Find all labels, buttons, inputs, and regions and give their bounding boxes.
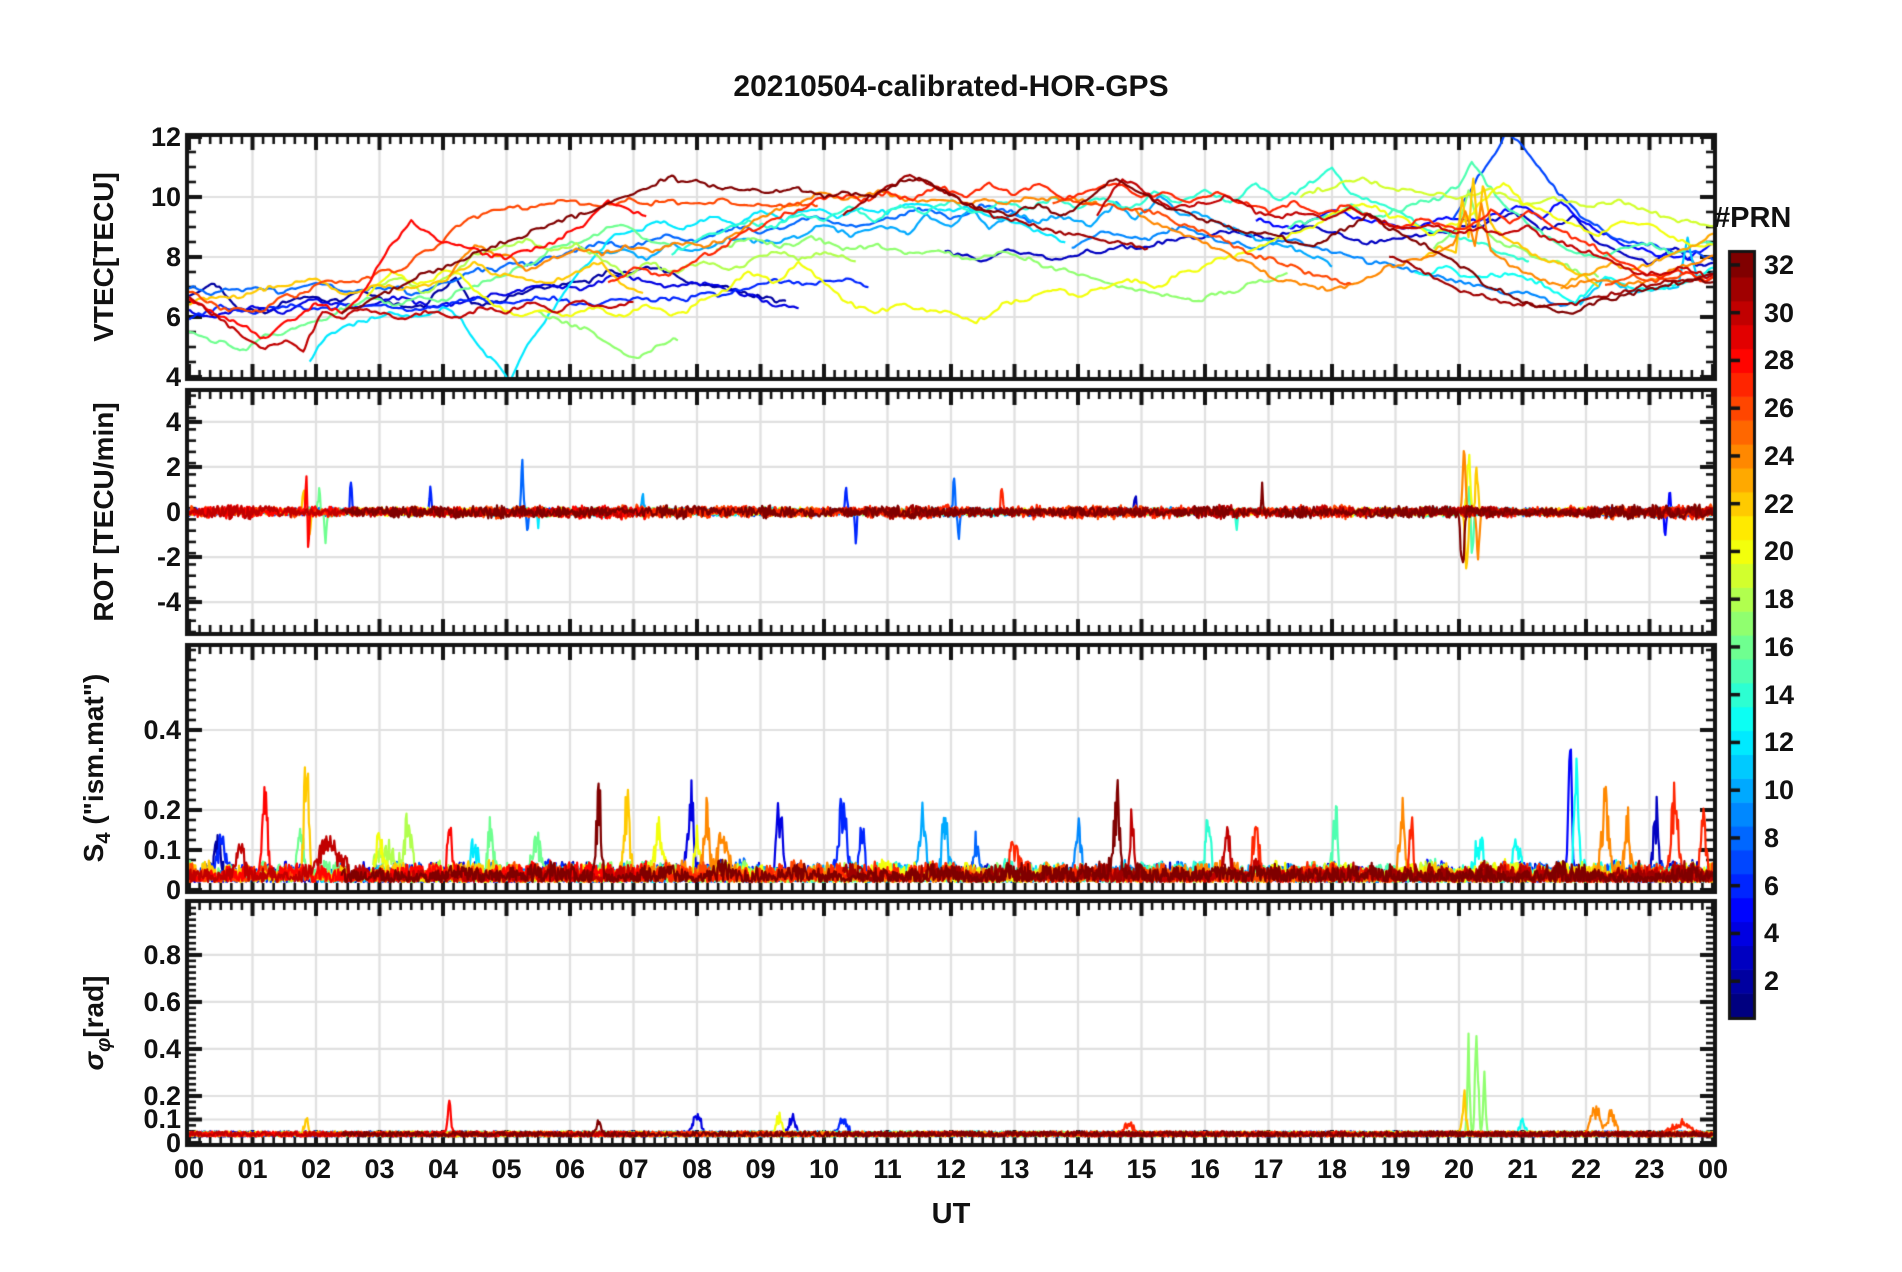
- x-tick-label: 10: [808, 1154, 840, 1184]
- y-tick-label: 0: [165, 1128, 181, 1158]
- colorbar-tick-label: 16: [1764, 631, 1795, 662]
- y-tick-label: -2: [156, 542, 181, 573]
- colorbar-tick-label: 18: [1764, 584, 1795, 615]
- colorbar-tick-label: 30: [1764, 297, 1795, 328]
- x-tick-label: 03: [364, 1154, 395, 1184]
- y-tick-label: 0: [165, 875, 181, 905]
- x-tick-label: 13: [999, 1154, 1030, 1184]
- x-tick-label: 09: [745, 1154, 776, 1184]
- x-tick-label: 05: [491, 1154, 522, 1184]
- colorbar-tick-label: 12: [1764, 727, 1795, 758]
- x-tick-label: 04: [427, 1154, 459, 1184]
- colorbar-tick-label: 4: [1764, 918, 1780, 949]
- x-tick-label: 20: [1443, 1154, 1475, 1184]
- colorbar-title: #PRN: [1714, 202, 1792, 234]
- x-tick-label: 17: [1253, 1154, 1284, 1184]
- colorbar-tick-label: 28: [1764, 345, 1795, 376]
- x-tick-label: 02: [300, 1154, 332, 1184]
- y-tick-label: 4: [165, 362, 181, 392]
- figure: 20210504-calibrated-HOR-GPS VTEC[TECU] R…: [0, 0, 1902, 1272]
- x-tick-label: 21: [1507, 1154, 1538, 1184]
- x-tick-label: 16: [1189, 1154, 1221, 1184]
- colorbar-tick-label: 10: [1764, 775, 1795, 806]
- y-tick-label: 0: [165, 497, 181, 527]
- colorbar-tick-label: 20: [1764, 536, 1795, 567]
- x-axis-label: UT: [931, 1198, 971, 1230]
- y-tick-label: 0.4: [143, 1033, 181, 1064]
- chart-canvas: [0, 0, 1902, 1272]
- x-tick-label: 23: [1634, 1154, 1665, 1184]
- colorbar-tick-label: 2: [1764, 966, 1780, 997]
- chart-title: 20210504-calibrated-HOR-GPS: [733, 70, 1169, 103]
- y-tick-label: 0.2: [143, 795, 181, 825]
- x-tick-label: 11: [873, 1154, 902, 1184]
- x-tick-label: 14: [1062, 1154, 1094, 1184]
- colorbar-tick-label: 8: [1764, 822, 1780, 853]
- colorbar-tick-label: 14: [1764, 679, 1795, 710]
- y-tick-label: 0.4: [143, 715, 181, 745]
- y-tick-label: -4: [156, 587, 181, 618]
- x-tick-label: 15: [1126, 1154, 1157, 1184]
- colorbar-tick-label: 24: [1764, 440, 1795, 471]
- colorbar-tick-label: 22: [1764, 488, 1795, 519]
- x-tick-label: 19: [1380, 1154, 1411, 1184]
- x-tick-label: 01: [237, 1154, 268, 1184]
- y-tick-label: 0.1: [143, 835, 181, 865]
- x-tick-label: 12: [935, 1154, 967, 1184]
- y-tick-label: 10: [150, 182, 181, 212]
- y-tick-label: 4: [165, 406, 181, 437]
- x-tick-label: 07: [618, 1154, 649, 1184]
- x-tick-label: 22: [1570, 1154, 1602, 1184]
- y-tick-label: 2: [165, 451, 181, 482]
- x-tick-label: 18: [1316, 1154, 1348, 1184]
- x-tick-label: 08: [681, 1154, 713, 1184]
- y-tick-label: 12: [150, 122, 181, 152]
- x-tick-label: 00: [173, 1154, 205, 1184]
- y-tick-label: 6: [165, 302, 181, 332]
- colorbar-tick-label: 6: [1764, 870, 1780, 901]
- y-tick-label: 8: [165, 242, 181, 272]
- colorbar-tick-label: 26: [1764, 393, 1795, 424]
- y-axis-label-s4: S4 ("ism.mat"): [78, 673, 115, 863]
- colorbar-tick-label: 32: [1764, 249, 1795, 280]
- x-tick-label: 00: [1697, 1154, 1729, 1184]
- x-tick-label: 06: [554, 1154, 586, 1184]
- y-tick-label: 0.6: [143, 986, 181, 1017]
- y-tick-label: 0.8: [143, 939, 181, 970]
